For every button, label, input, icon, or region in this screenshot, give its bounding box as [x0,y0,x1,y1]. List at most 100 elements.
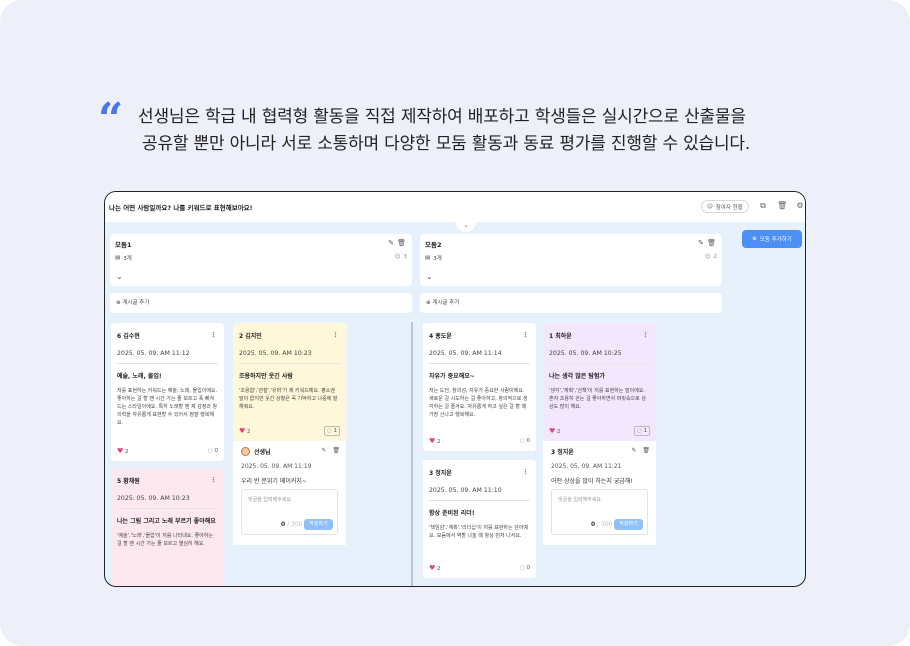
card-author: 6 김수현 [117,333,140,340]
group-count-value: 3개 [433,256,442,262]
like-button[interactable]: ♥ 2 [429,564,441,572]
user-circle-icon: ☺ [394,254,401,260]
comment-count-value: 0 [526,438,531,444]
group-panel-1: 모둠1 ✎ 🗑 ▤ 3개 ☺ 3 ⌄ [110,234,412,286]
chevron-down-icon[interactable]: ⌄ [116,272,123,281]
comment-author: 3 정지윤 [551,447,574,456]
comment-text: 어떤 상상을 많이 하는지 궁금해! [551,478,633,485]
char-count: 0 [281,521,286,528]
comment-icon: ◌ [636,428,642,434]
plus-circle-icon: ⊕ [116,300,121,306]
app-window: 나는 어떤 사람일까요? 나를 키워드로 표현해보아요! ☺ 참여자 현황 ⧉ … [104,191,806,587]
more-vertical-icon[interactable]: ⋮ [210,331,217,339]
activity-title: 나는 어떤 사람일까요? 나를 키워드로 표현해보아요! [109,204,253,212]
comment-date: 2025. 05. 09. AM 11:21 [551,463,622,470]
group-panel-2: 모둠2 ✎ 🗑 ▤ 3개 ☺ 2 ⌄ [420,234,722,286]
like-button[interactable]: ♥ 2 [117,447,129,455]
more-vertical-icon[interactable]: ⋮ [642,331,649,339]
comment-input[interactable]: 댓글을 입력해주세요. 0 / 300 작성하기 [551,489,648,535]
card-author: 5 황채원 [117,478,140,485]
trash-icon[interactable]: 🗑 [397,239,406,247]
post-card[interactable]: 4 홍도윤 ⋮ 2025. 05. 09. AM 11:14 자유가 중요해요~… [423,323,536,451]
card-date: 2025. 05. 09. AM 10:25 [549,350,650,364]
chevron-down-icon[interactable]: ⌄ [426,272,433,281]
card-author: 2 김지민 [239,333,262,340]
post-card[interactable]: 1 최하윤 ⋮ 2025. 05. 09. AM 10:25 나는 생각 많은 … [543,323,656,441]
card-body: 저는 도전, 창의성, 자유가 중요한 사람이에요. 새로운 걸 시도하는 걸 … [429,388,528,418]
add-post-button-2[interactable]: ⊕ 게시글 추가 [420,293,722,313]
submit-comment-button[interactable]: 작성하기 [304,519,333,530]
card-content: 2 김지민 ⋮ 2025. 05. 09. AM 10:23 조용하지만 웃긴 … [233,323,346,411]
card-date: 2025. 05. 09. AM 10:23 [239,350,340,364]
post-card[interactable]: 6 김수현 ⋮ 2025. 05. 09. AM 11:12 예술, 노래, 몰… [111,323,224,461]
comment-icon: ◌ [519,565,525,571]
gear-icon[interactable]: ⚙ [795,201,805,211]
add-post-label: 게시글 추가 [432,300,460,306]
collapse-chevron-icon[interactable]: ⌄ [456,222,476,232]
group-name: 모둠2 [425,241,442,249]
char-counter: 0 / 300 [281,521,303,528]
char-counter: 0 / 300 [591,521,613,528]
post-card[interactable]: 2 김지민 ⋮ 2025. 05. 09. AM 10:23 조용하지만 웃긴 … [233,323,346,441]
more-vertical-icon[interactable]: ⋮ [522,468,529,476]
comment-actions: ✎ 🗑 [631,447,650,454]
comment-icon: ◌ [207,448,213,454]
card-content: 5 황채원 ⋮ 2025. 05. 09. AM 10:23 나는 그림 그리고… [111,468,224,548]
comment-icon: ◌ [519,438,525,444]
pencil-icon[interactable]: ✎ [631,447,636,454]
add-group-label: 모둠 추가하기 [759,237,792,243]
submit-comment-button[interactable]: 작성하기 [614,519,643,530]
like-count: 2 [247,429,251,435]
trash-icon[interactable]: 🗑 [707,239,716,247]
more-vertical-icon[interactable]: ⋮ [332,331,339,339]
group-members-value: 2 [713,254,718,260]
comment-section: 선생님 ✎ 🗑 2025. 05. 09. AM 11:19 우리 반 분위기 … [233,441,346,545]
copy-icon[interactable]: ⧉ [758,201,768,211]
comment-count[interactable]: ◌ 0 [520,438,530,444]
comment-author-name: 3 정지윤 [551,449,574,456]
pencil-icon[interactable]: ✎ [321,447,326,454]
more-vertical-icon[interactable]: ⋮ [522,331,529,339]
like-button[interactable]: ♥ 2 [549,427,561,435]
comment-count[interactable]: ◌ 1 [323,426,340,436]
comment-section: 3 정지윤 ✎ 🗑 2025. 05. 09. AM 11:21 어떤 상상을 … [543,441,656,545]
like-count: 2 [437,566,441,572]
post-card[interactable]: 5 황채원 ⋮ 2025. 05. 09. AM 10:23 나는 그림 그리고… [111,468,224,586]
post-card[interactable]: 3 정지윤 ⋮ 2025. 05. 09. AM 11:10 항상 준비된 리더… [423,460,536,578]
card-body: 저를 표현하는 키워드는 예술, 노래, 몰입이에요. 좋아하는 걸 할 땐 시… [117,388,218,426]
card-content: 3 정지윤 ⋮ 2025. 05. 09. AM 11:10 항상 준비된 리더… [423,460,536,540]
char-count: 0 [591,521,596,528]
like-button[interactable]: ♥ 2 [429,437,441,445]
comment-count[interactable]: ◌ 0 [208,448,218,454]
trash-icon[interactable]: 🗑 [777,201,787,211]
trash-icon[interactable]: 🗑 [642,447,650,454]
user-circle-icon: ☺ [704,254,711,260]
card-date: 2025. 05. 09. AM 11:12 [117,350,218,364]
comment-count[interactable]: ◌ 0 [520,565,530,571]
quote-icon: “ [98,94,124,145]
user-circle-icon: ☺ [707,203,713,210]
card-author: 4 홍도윤 [429,333,452,340]
add-post-label: 게시글 추가 [122,300,150,306]
card-body: '조용함','관찰','유머'가 제 키워드예요. 평소엔 말이 없지만 웃긴 … [239,388,338,410]
comment-author-name: 선생님 [254,449,271,456]
like-count: 2 [557,429,561,435]
pencil-icon[interactable]: ✎ [388,239,394,247]
card-body: '책임감','계획','리더십'이 저를 표현하는 단어예요. 모둠에서 역할 … [429,525,528,539]
card-date: 2025. 05. 09. AM 10:23 [117,495,218,509]
participants-button[interactable]: ☺ 참여자 현황 [701,200,749,213]
comment-input[interactable]: 댓글을 입력해주세요. 0 / 300 작성하기 [241,489,338,535]
comment-placeholder: 댓글을 입력해주세요. [248,497,293,503]
card-title: 조용하지만 웃긴 사람 [239,373,293,380]
more-vertical-icon[interactable]: ⋮ [210,476,217,484]
group-members-value: 3 [403,254,408,260]
trash-icon[interactable]: 🗑 [332,447,340,454]
add-group-button[interactable]: ⊕ 모둠 추가하기 [742,230,802,248]
pencil-icon[interactable]: ✎ [698,239,704,247]
heart-icon: ♥ [117,447,124,455]
add-post-button-1[interactable]: ⊕ 게시글 추가 [110,293,412,313]
like-count: 2 [437,439,441,445]
page-background: “ 선생님은 학급 내 협력형 활동을 직접 제작하여 배포하고 학생들은 실시… [0,0,910,646]
like-button[interactable]: ♥ 2 [239,427,251,435]
comment-count[interactable]: ◌ 1 [633,426,650,436]
